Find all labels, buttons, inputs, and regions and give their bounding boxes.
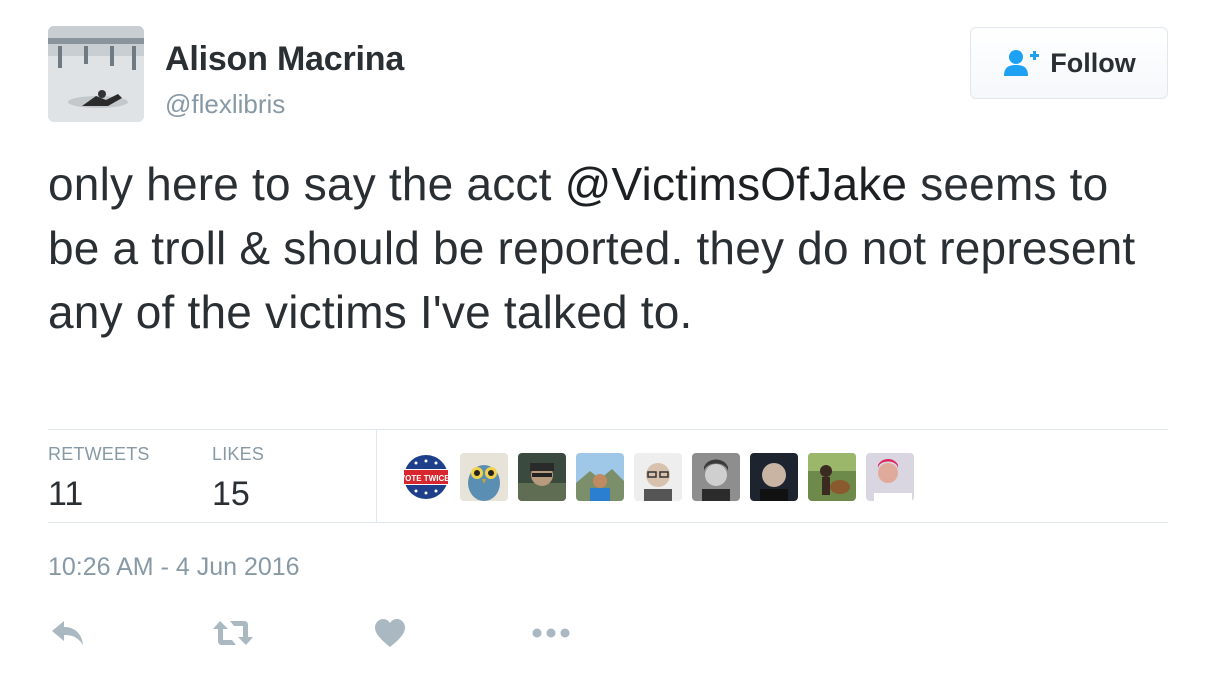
liker-avatar[interactable] (692, 453, 740, 501)
tweet-header: Alison Macrina @flexlibris Follow (48, 26, 1168, 122)
person-avatar-icon (866, 453, 914, 501)
retweets-label: RETWEETS (48, 444, 150, 464)
mention-link[interactable]: @VictimsOfJake (565, 158, 908, 210)
retweet-button[interactable] (212, 612, 254, 654)
liker-avatar[interactable] (866, 453, 914, 501)
vote-badge-icon: VOTE TWICE! (402, 453, 450, 501)
author-names: Alison Macrina @flexlibris (165, 40, 404, 120)
tweet-actions (48, 612, 648, 654)
more-icon (532, 628, 570, 638)
liker-avatar[interactable] (808, 453, 856, 501)
likes-stat[interactable]: LIKES 15 (212, 444, 264, 514)
likes-count: 15 (212, 475, 250, 513)
author-handle[interactable]: @flexlibris (165, 89, 404, 120)
liker-avatars: VOTE TWICE! (402, 453, 914, 501)
more-button[interactable] (532, 612, 572, 654)
retweets-count: 11 (48, 475, 84, 513)
tweet-text-before: only here to say the acct (48, 158, 565, 210)
reply-icon (52, 621, 83, 645)
retweet-icon (213, 621, 253, 645)
person-avatar-icon (808, 453, 856, 501)
tweet-text: only here to say the acct @VictimsOfJake… (48, 152, 1168, 344)
liker-avatar[interactable] (576, 453, 624, 501)
person-avatar-icon (576, 453, 624, 501)
follow-label: Follow (1050, 47, 1136, 78)
avatar-photo-icon (48, 26, 144, 122)
tweet-timestamp[interactable]: 10:26 AM - 4 Jun 2016 (48, 553, 300, 582)
person-avatar-icon (518, 453, 566, 501)
likes-label: LIKES (212, 444, 265, 464)
liker-avatar[interactable] (460, 453, 508, 501)
like-icon (375, 619, 405, 647)
person-avatar-icon (692, 453, 740, 501)
liker-avatar[interactable] (518, 453, 566, 501)
retweets-stat[interactable]: RETWEETS 11 (48, 444, 150, 514)
follow-button[interactable]: Follow (970, 27, 1168, 99)
like-button[interactable] (374, 612, 406, 654)
liker-avatar[interactable] (750, 453, 798, 501)
tweet-stats: RETWEETS 11 LIKES 15 VOTE TWICE! (48, 429, 1168, 523)
reply-button[interactable] (50, 612, 86, 654)
author-display-name[interactable]: Alison Macrina (165, 40, 404, 79)
person-avatar-icon (750, 453, 798, 501)
liker-avatar[interactable] (634, 453, 682, 501)
add-user-icon (1004, 50, 1040, 76)
liker-avatar[interactable]: VOTE TWICE! (402, 453, 450, 501)
vote-badge-text: VOTE TWICE! (402, 474, 450, 483)
author-avatar[interactable] (48, 26, 144, 122)
stats-divider (376, 430, 377, 523)
owl-avatar-icon (460, 453, 508, 501)
person-avatar-icon (634, 453, 682, 501)
